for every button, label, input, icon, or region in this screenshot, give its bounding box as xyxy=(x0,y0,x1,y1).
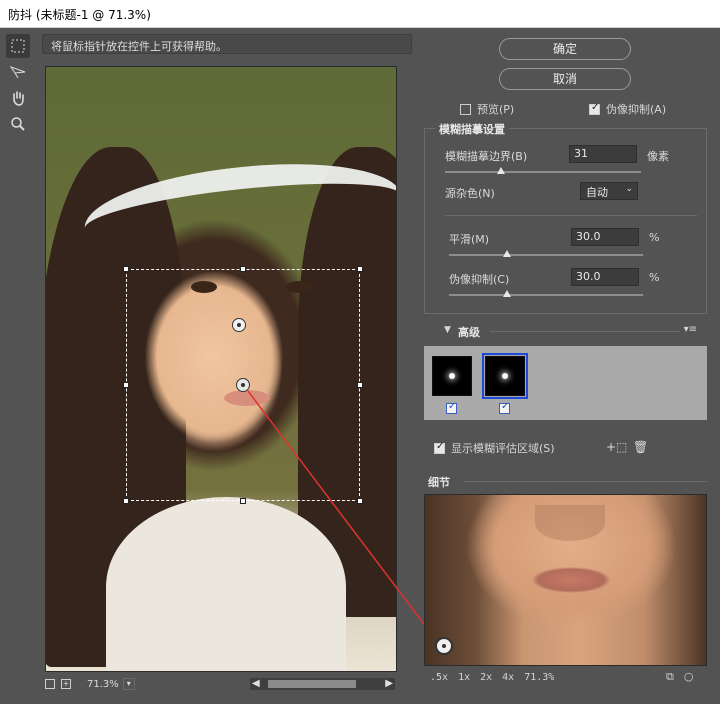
detail-unlock-icon[interactable]: ⧉ xyxy=(666,670,674,684)
region-handle[interactable] xyxy=(123,382,129,388)
scroll-left-icon[interactable]: ◀ xyxy=(252,678,260,689)
blur-trace-checkbox[interactable] xyxy=(446,401,463,415)
preview-label: 预览(P) xyxy=(477,103,515,116)
detail-zoom-4x[interactable]: 4x xyxy=(502,672,514,683)
panel-menu-icon[interactable]: ▾≡ xyxy=(684,324,697,335)
artifact-option[interactable]: 伪像抑制(A) xyxy=(589,101,666,117)
window-title: 防抖 (未标题-1 @ 71.3%) xyxy=(8,8,151,22)
smooth-label: 平滑(M) xyxy=(449,233,490,246)
bounds-label: 模糊描摹边界(B) xyxy=(445,150,528,163)
region-handle[interactable] xyxy=(240,498,246,504)
tool-panel xyxy=(6,34,34,138)
preview-checkbox[interactable] xyxy=(460,104,471,115)
detail-divider xyxy=(464,481,707,482)
detail-zoom-current[interactable]: 71.3% xyxy=(524,672,554,683)
blur-estimation-region[interactable] xyxy=(123,266,363,504)
collapse-triangle-icon[interactable]: ▼ xyxy=(444,325,451,335)
artifact-strength-label: 伪像抑制(C) xyxy=(449,273,510,286)
detail-circle-icon[interactable]: ○ xyxy=(684,670,694,684)
trash-icon[interactable]: 🗑 xyxy=(633,440,648,454)
image-canvas[interactable] xyxy=(45,66,397,672)
noise-label: 源杂色(N) xyxy=(445,187,495,200)
smooth-slider-thumb[interactable] xyxy=(503,250,511,257)
fit-view-icon[interactable] xyxy=(45,679,55,689)
detail-zoom-2x[interactable]: 2x xyxy=(480,672,492,683)
artifact-strength-input[interactable]: 30.0 xyxy=(571,268,639,286)
cancel-button[interactable]: 取消 xyxy=(499,68,631,90)
zoom-select[interactable]: 71.3% ▾ xyxy=(87,678,135,690)
add-region-icon[interactable]: +⬚ xyxy=(606,440,627,454)
blur-trace-list xyxy=(424,346,707,420)
bounds-slider-track[interactable] xyxy=(445,171,641,173)
detail-nose-shade xyxy=(535,505,605,541)
detail-loupe[interactable] xyxy=(424,494,707,666)
bounds-slider-thumb[interactable] xyxy=(497,167,505,174)
ok-button[interactable]: 确定 xyxy=(499,38,631,60)
hand-tool-icon[interactable] xyxy=(6,86,30,110)
advanced-header[interactable]: ▼ 高级 ▾≡ xyxy=(424,324,707,340)
horizontal-scrollbar[interactable]: ◀ ▶ xyxy=(250,678,395,690)
detail-zoom-half[interactable]: .5x xyxy=(430,672,448,683)
advanced-title: 高级 xyxy=(458,326,480,339)
noise-value: 自动 xyxy=(586,186,608,199)
bounds-unit: 像素 xyxy=(647,150,669,163)
detail-loupe-pin[interactable] xyxy=(236,378,250,392)
show-eval-option[interactable]: 显示模糊评估区域(S) xyxy=(434,440,555,456)
photo-shirt xyxy=(106,497,346,671)
blur-trace-thumbnail[interactable] xyxy=(432,356,472,396)
artifact-checkbox[interactable] xyxy=(589,102,600,115)
detail-zoom-1x[interactable]: 1x xyxy=(458,672,470,683)
advanced-divider xyxy=(490,331,680,332)
chevron-down-icon: ⌄ xyxy=(625,184,633,194)
marquee-tool-icon[interactable] xyxy=(6,34,30,58)
settings-divider xyxy=(445,215,697,216)
noise-select[interactable]: 自动 ⌄ xyxy=(580,182,638,200)
zoom-tool-icon[interactable] xyxy=(6,112,30,136)
bounds-input[interactable]: 31 xyxy=(569,145,637,163)
region-handle[interactable] xyxy=(357,266,363,272)
artifact-slider-thumb[interactable] xyxy=(503,290,511,297)
detail-header: 细节 xyxy=(424,474,707,490)
chevron-down-icon[interactable]: ▾ xyxy=(122,678,135,690)
artifact-strength-unit: % xyxy=(649,271,660,284)
blur-trace-tool-icon[interactable] xyxy=(6,60,30,84)
detail-pin-icon[interactable] xyxy=(435,637,453,655)
detail-footer-icons: ⧉ ○ xyxy=(666,670,693,684)
detail-title: 细节 xyxy=(428,476,450,489)
smooth-unit: % xyxy=(649,231,660,244)
region-handle[interactable] xyxy=(357,382,363,388)
preview-option[interactable]: 预览(P) xyxy=(460,101,514,117)
blur-trace-settings: 模糊描摹设置 模糊描摹边界(B) 31 像素 源杂色(N) 自动 ⌄ 平滑(M)… xyxy=(424,121,707,314)
help-hint-bar: 将鼠标指针放在控件上可获得帮助。 xyxy=(42,34,412,54)
blur-trace-thumbnail-selected[interactable] xyxy=(482,353,528,399)
show-eval-label: 显示模糊评估区域(S) xyxy=(451,442,555,455)
show-eval-checkbox[interactable] xyxy=(434,441,445,454)
canvas-zoom-bar: + 71.3% ▾ ◀ ▶ xyxy=(45,675,397,693)
detail-zoom-options: .5x 1x 2x 4x 71.3% xyxy=(430,672,554,683)
smooth-slider-track[interactable] xyxy=(449,254,643,256)
artifact-slider-track[interactable] xyxy=(449,294,643,296)
region-handle[interactable] xyxy=(240,266,246,272)
artifact-label: 伪像抑制(A) xyxy=(606,103,667,116)
scrollbar-thumb[interactable] xyxy=(268,680,356,688)
region-center-pin[interactable] xyxy=(232,318,246,332)
add-view-icon[interactable]: + xyxy=(61,679,71,689)
zoom-value: 71.3% xyxy=(87,678,119,690)
region-handle[interactable] xyxy=(357,498,363,504)
region-handle[interactable] xyxy=(123,266,129,272)
title-bar: 防抖 (未标题-1 @ 71.3%) xyxy=(0,0,720,28)
region-handle[interactable] xyxy=(123,498,129,504)
smooth-input[interactable]: 30.0 xyxy=(571,228,639,246)
scroll-right-icon[interactable]: ▶ xyxy=(385,678,393,689)
blur-trace-legend: 模糊描摹设置 xyxy=(435,121,509,137)
blur-trace-checkbox[interactable] xyxy=(499,401,516,415)
